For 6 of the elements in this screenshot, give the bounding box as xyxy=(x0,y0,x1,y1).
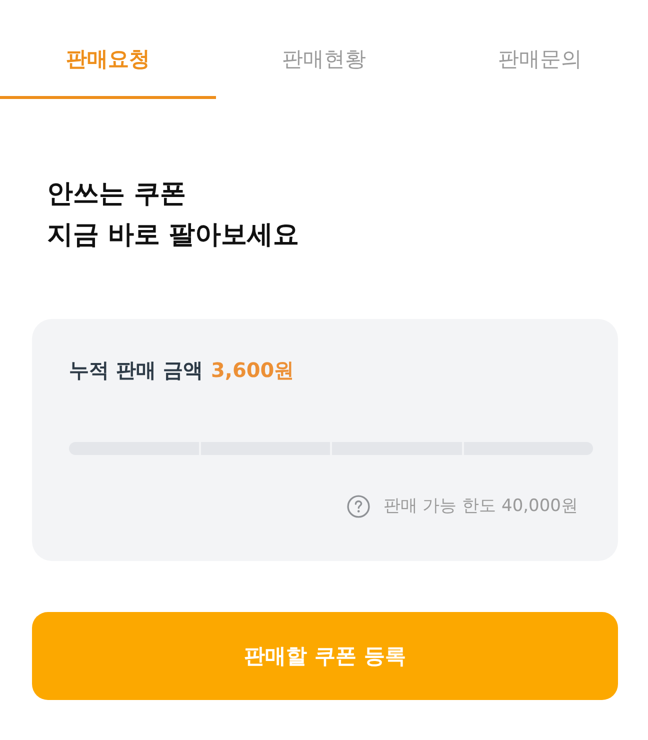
register-coupon-button[interactable]: 판매할 쿠폰 등록 xyxy=(32,612,618,700)
sales-limit-note: 판매 가능 한도 40,000원 xyxy=(383,495,578,518)
sales-total-label: 누적 판매 금액 xyxy=(69,357,203,384)
headline: 안쓰는 쿠폰 지금 바로 팔아보세요 xyxy=(47,178,300,252)
sales-total-amount: 3,600원 xyxy=(210,357,294,384)
help-icon[interactable] xyxy=(347,494,370,518)
